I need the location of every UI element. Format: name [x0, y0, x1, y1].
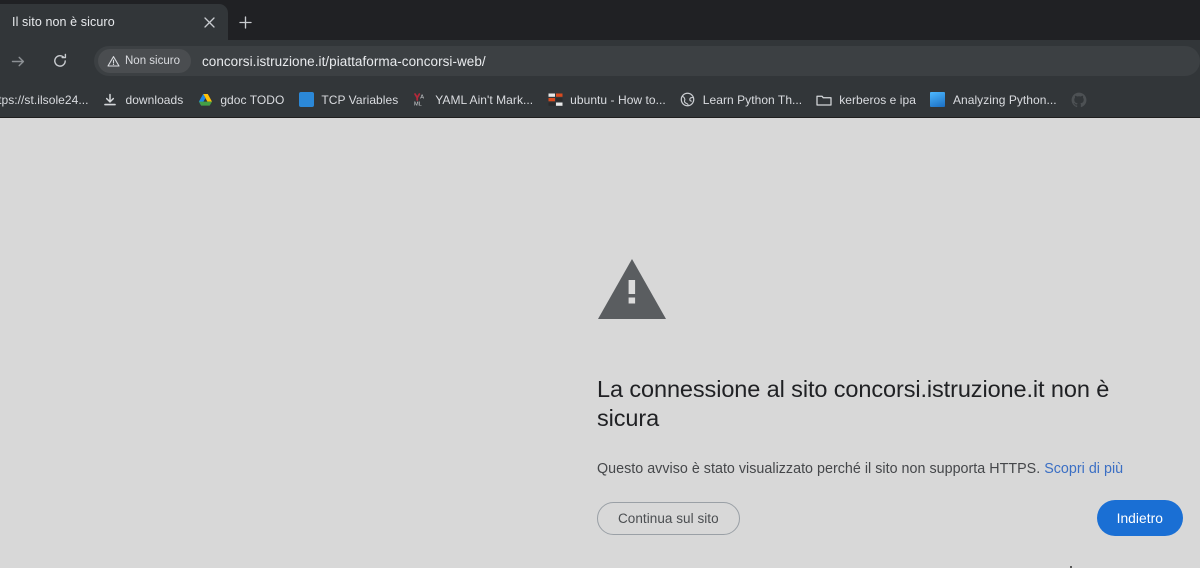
bookmark-label: ubuntu - How to...	[570, 92, 666, 107]
bookmark-label: Learn Python Th...	[702, 92, 803, 107]
bookmark-item[interactable]: A ML YAML Ain't Mark...	[405, 87, 540, 113]
page-title: La connessione al sito concorsi.istruzio…	[597, 376, 1110, 431]
browser-toolbar: Non sicuro concorsi.istruzione.it/piatta…	[0, 40, 1200, 82]
bookmark-item[interactable]: gdoc TODO	[190, 87, 291, 113]
globe-icon	[680, 92, 696, 108]
arrow-forward-icon	[11, 56, 24, 66]
bookmark-label: TCP Variables	[321, 92, 399, 107]
bookmark-label: downloads	[125, 92, 184, 107]
bookmark-item[interactable]	[1064, 87, 1101, 113]
svg-text:ML: ML	[414, 101, 422, 107]
bookmark-label: kerberos e ipa	[839, 92, 916, 107]
blue-square-icon	[298, 92, 314, 108]
bookmark-item[interactable]: downloads	[95, 87, 190, 113]
url-text: concorsi.istruzione.it/piattaforma-conco…	[201, 53, 486, 69]
browser-chrome: Il sito non è sicuro Non sicuro concorsi…	[0, 0, 1200, 118]
reload-icon	[54, 53, 67, 67]
proceed-to-site-button[interactable]: Continua sul sito	[597, 501, 740, 535]
bookmark-item[interactable]: ubuntu - How to...	[540, 87, 673, 113]
tab-strip: Il sito non è sicuro	[0, 0, 1200, 40]
warning-triangle-icon	[597, 258, 1157, 325]
security-status-label: Non sicuro	[125, 55, 180, 67]
download-icon	[102, 92, 118, 108]
reload-button[interactable]	[46, 47, 74, 75]
forward-button[interactable]	[4, 47, 32, 75]
bookmarks-bar: https://st.ilsole24... downloads	[0, 82, 1200, 118]
plus-icon	[238, 15, 252, 29]
bookmark-item[interactable]: TCP Variables	[291, 87, 405, 113]
browser-window: Il sito non è sicuro Non sicuro concorsi…	[0, 0, 1200, 568]
bookmark-label: https://st.ilsole24...	[0, 92, 89, 107]
svg-text:A: A	[420, 94, 424, 100]
github-icon	[1071, 92, 1087, 108]
bookmark-item[interactable]: kerberos e ipa	[809, 87, 923, 113]
interstitial-actions: Continua sul sito Indietro	[597, 500, 1183, 536]
ubuntu-terminal-icon	[547, 92, 563, 108]
security-interstitial: La connessione al sito concorsi.istruzio…	[597, 258, 1157, 480]
bookmark-label: gdoc TODO	[220, 92, 285, 107]
yaml-icon: A ML	[412, 92, 428, 108]
bookmark-label: YAML Ain't Mark...	[435, 92, 534, 107]
bookmark-label: Analyzing Python...	[952, 92, 1057, 107]
browser-tab[interactable]: Il sito non è sicuro	[0, 4, 228, 40]
bookmark-item[interactable]: Learn Python Th...	[673, 87, 809, 113]
close-icon[interactable]	[198, 11, 220, 33]
google-drive-icon	[197, 92, 213, 108]
new-tab-button[interactable]	[232, 9, 258, 35]
folder-icon	[816, 92, 832, 108]
address-bar[interactable]: Non sicuro concorsi.istruzione.it/piatta…	[94, 46, 1200, 76]
bookmark-item[interactable]: https://st.ilsole24...	[0, 87, 95, 113]
security-status-badge[interactable]: Non sicuro	[98, 49, 191, 73]
page-content: La connessione al sito concorsi.istruzio…	[0, 118, 1200, 568]
learn-more-link[interactable]: Scopri di più	[1044, 461, 1123, 477]
interstitial-description-text: Questo avviso è stato visualizzato perch…	[597, 461, 1045, 477]
bookmark-item[interactable]: Analyzing Python...	[923, 87, 1064, 113]
warning-triangle-icon	[107, 55, 120, 67]
tab-title: Il sito non è sicuro	[12, 15, 115, 29]
go-back-button[interactable]: Indietro	[1096, 500, 1183, 536]
blue-gradient-icon	[930, 92, 946, 108]
interstitial-description: Questo avviso è stato visualizzato perch…	[597, 459, 1157, 480]
